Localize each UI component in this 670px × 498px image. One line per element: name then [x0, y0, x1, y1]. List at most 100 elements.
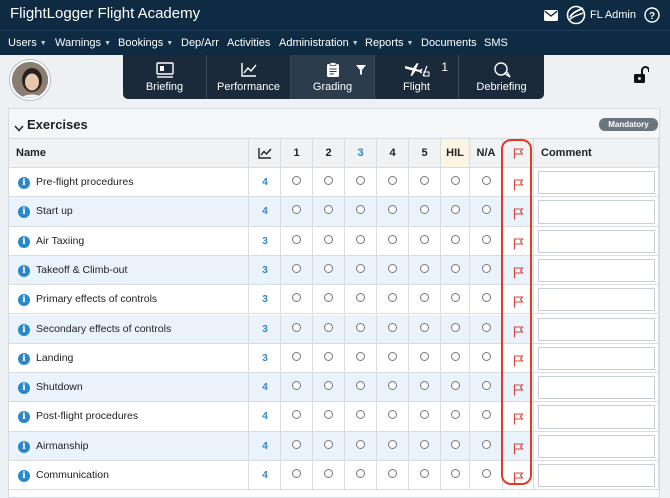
- grade-radio-hil[interactable]: [451, 263, 460, 273]
- trend-value[interactable]: 4: [249, 411, 281, 422]
- grade-radio-g3[interactable]: [388, 176, 397, 185]
- grade-radio-g4[interactable]: [420, 234, 429, 244]
- trend-value[interactable]: 4: [249, 177, 281, 188]
- flag-icon[interactable]: [513, 266, 524, 284]
- comment-input[interactable]: [538, 464, 655, 488]
- grade-radio-g2[interactable]: [356, 410, 365, 420]
- tab-performance[interactable]: Performance: [207, 55, 291, 99]
- chevron-down-icon[interactable]: [14, 119, 24, 137]
- grade-radio-g1[interactable]: [324, 351, 333, 361]
- grade-radio-g2[interactable]: [356, 263, 365, 273]
- help-icon[interactable]: ?: [644, 7, 660, 23]
- nav-item-warnings[interactable]: Warnings ▼: [55, 37, 111, 49]
- grade-radio-na[interactable]: [482, 263, 491, 273]
- info-icon[interactable]: i: [18, 264, 30, 277]
- grade-radio-g3[interactable]: [388, 351, 397, 361]
- grade-radio-g4[interactable]: [420, 263, 429, 273]
- grade-radio-g3[interactable]: [388, 205, 397, 215]
- grade-radio-g2[interactable]: [356, 381, 365, 391]
- info-icon[interactable]: i: [18, 294, 30, 307]
- nav-item-reports[interactable]: Reports ▼: [365, 37, 413, 49]
- grade-radio-g2[interactable]: [356, 322, 365, 332]
- flag-icon[interactable]: [513, 207, 524, 225]
- comment-input[interactable]: [538, 288, 655, 312]
- nav-item-activities[interactable]: Activities: [227, 37, 270, 49]
- grade-radio-g1[interactable]: [324, 410, 333, 420]
- grade-radio-g3[interactable]: [388, 263, 397, 273]
- grade-radio-na[interactable]: [482, 293, 491, 303]
- grade-radio-g2[interactable]: [356, 469, 365, 478]
- nav-item-dep-arr[interactable]: Dep/Arr: [181, 37, 219, 49]
- trend-value[interactable]: 4: [249, 441, 281, 452]
- grade-radio-na[interactable]: [482, 381, 491, 391]
- grade-radio-g4[interactable]: [420, 322, 429, 332]
- grade-radio-g3[interactable]: [388, 322, 397, 332]
- grade-radio-g3[interactable]: [388, 469, 397, 478]
- grade-radio-g4[interactable]: [420, 176, 429, 185]
- comment-input[interactable]: [538, 200, 655, 224]
- grade-radio-g3[interactable]: [388, 410, 397, 420]
- comment-input[interactable]: [538, 434, 655, 458]
- comment-input[interactable]: [538, 171, 655, 195]
- grade-radio-g2[interactable]: [356, 205, 365, 215]
- info-icon[interactable]: i: [18, 382, 30, 395]
- grade-radio-g0[interactable]: [292, 176, 301, 185]
- grade-radio-g4[interactable]: [420, 469, 429, 478]
- grade-radio-g2[interactable]: [356, 234, 365, 244]
- info-icon[interactable]: i: [18, 411, 30, 424]
- trend-value[interactable]: 4: [249, 470, 281, 481]
- grade-radio-hil[interactable]: [451, 410, 460, 420]
- nav-item-sms[interactable]: SMS: [484, 37, 508, 49]
- grade-radio-g4[interactable]: [420, 351, 429, 361]
- grade-radio-g0[interactable]: [292, 469, 301, 478]
- tab-debriefing[interactable]: Debriefing: [459, 55, 544, 99]
- grade-radio-g1[interactable]: [324, 439, 333, 449]
- grade-radio-hil[interactable]: [451, 293, 460, 303]
- grade-radio-g2[interactable]: [356, 176, 365, 185]
- grade-radio-na[interactable]: [482, 205, 491, 215]
- trend-value[interactable]: 3: [249, 353, 281, 364]
- nav-item-administration[interactable]: Administration ▼: [279, 37, 359, 49]
- grade-radio-na[interactable]: [482, 176, 491, 185]
- nav-item-bookings[interactable]: Bookings ▼: [118, 37, 173, 49]
- grade-radio-g1[interactable]: [324, 469, 333, 478]
- comment-input[interactable]: [538, 376, 655, 400]
- grade-radio-g4[interactable]: [420, 205, 429, 215]
- grade-radio-g0[interactable]: [292, 234, 301, 244]
- flag-icon[interactable]: [513, 412, 524, 430]
- grade-radio-g0[interactable]: [292, 263, 301, 273]
- grade-radio-g2[interactable]: [356, 351, 365, 361]
- grade-radio-g0[interactable]: [292, 439, 301, 449]
- comment-input[interactable]: [538, 346, 655, 371]
- grade-radio-hil[interactable]: [451, 205, 460, 215]
- user-name[interactable]: FL Admin: [590, 9, 636, 21]
- trend-value[interactable]: 3: [249, 324, 281, 335]
- grade-radio-na[interactable]: [482, 351, 491, 361]
- grade-radio-g0[interactable]: [292, 205, 301, 215]
- grade-radio-g0[interactable]: [292, 322, 301, 332]
- exercises-header[interactable]: Exercises Mandatory: [9, 109, 659, 139]
- grade-radio-g1[interactable]: [324, 381, 333, 391]
- grade-radio-na[interactable]: [482, 469, 491, 478]
- tab-flight[interactable]: 1 Flight: [375, 55, 459, 99]
- info-icon[interactable]: i: [18, 177, 30, 189]
- grade-radio-hil[interactable]: [451, 234, 460, 244]
- grade-radio-hil[interactable]: [451, 469, 460, 478]
- info-icon[interactable]: i: [18, 440, 30, 453]
- nav-item-documents[interactable]: Documents: [421, 37, 477, 49]
- grade-radio-g1[interactable]: [324, 293, 333, 303]
- flag-icon[interactable]: [513, 237, 524, 255]
- flag-icon[interactable]: [513, 383, 524, 401]
- grade-radio-g0[interactable]: [292, 410, 301, 420]
- grade-radio-na[interactable]: [482, 439, 491, 449]
- trend-value[interactable]: 3: [249, 236, 281, 247]
- info-icon[interactable]: i: [18, 206, 30, 219]
- tab-briefing[interactable]: Briefing: [123, 55, 207, 99]
- grade-radio-g2[interactable]: [356, 293, 365, 303]
- grade-radio-g0[interactable]: [292, 351, 301, 361]
- grade-radio-g3[interactable]: [388, 293, 397, 303]
- grade-radio-g4[interactable]: [420, 293, 429, 303]
- grade-radio-g1[interactable]: [324, 322, 333, 332]
- flag-icon[interactable]: [513, 295, 524, 313]
- grade-radio-g4[interactable]: [420, 381, 429, 391]
